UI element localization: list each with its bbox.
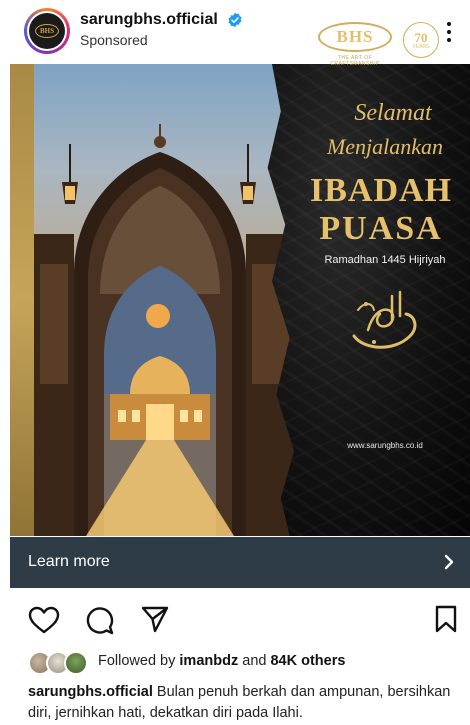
brand-tagline: THE ART OF CRAFTSMANSHIP xyxy=(330,55,380,67)
brand-logo: BHS THE ART OF CRAFTSMANSHIP xyxy=(318,22,392,67)
share-icon[interactable] xyxy=(140,604,170,634)
ad-title-line-1: IBADAH xyxy=(309,172,453,209)
profile-avatar[interactable]: BHS xyxy=(24,8,70,54)
ad-subtitle: Ramadhan 1445 Hijriyah xyxy=(324,254,446,266)
calligraphy-ornament-icon xyxy=(352,290,417,349)
brand-logo-text: BHS xyxy=(318,22,392,52)
follower-name[interactable]: imanbdz xyxy=(179,653,238,669)
sponsored-label: Sponsored xyxy=(80,32,148,48)
post-username[interactable]: sarungbhs.official xyxy=(80,11,218,29)
follower-avatars[interactable] xyxy=(28,651,90,675)
followed-by-text[interactable]: Followed by imanbdz and 84K others xyxy=(98,653,345,669)
learn-more-label: Learn more xyxy=(28,553,110,570)
chevron-right-icon xyxy=(444,554,454,570)
anniversary-badge: 70 YEARS xyxy=(403,22,439,58)
learn-more-button[interactable]: Learn more xyxy=(10,537,470,588)
heart-icon[interactable] xyxy=(28,606,60,634)
verified-badge-icon xyxy=(228,12,242,28)
caption-username[interactable]: sarungbhs.official xyxy=(28,684,153,700)
ad-website: www.sarungbhs.co.id xyxy=(347,441,423,450)
more-vertical-icon[interactable] xyxy=(447,22,453,42)
mosque-illustration xyxy=(34,64,302,536)
greeting-line-1: Selamat xyxy=(354,100,432,126)
greeting-line-2: Menjalankan xyxy=(326,134,444,159)
post-header: BHS sarungbhs.official Sponsored xyxy=(0,0,470,62)
anniversary-number: 70 xyxy=(414,29,428,45)
avatar-brand-logo: BHS xyxy=(35,24,59,38)
ad-title-line-2: PUASA xyxy=(319,210,443,247)
comment-icon[interactable] xyxy=(84,605,114,635)
bookmark-icon[interactable] xyxy=(434,604,458,634)
anniversary-label: YEARS xyxy=(412,43,430,50)
post-caption: sarungbhs.official Bulan penuh berkah da… xyxy=(28,682,464,724)
mosque-gate-illustration xyxy=(34,124,302,536)
follower-count[interactable]: 84K others xyxy=(270,653,345,669)
follower-avatar xyxy=(64,651,88,675)
